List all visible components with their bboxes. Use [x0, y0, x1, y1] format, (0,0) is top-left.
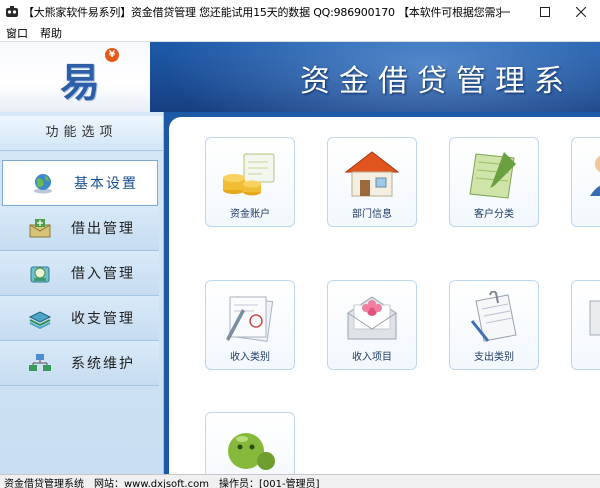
clipboard-icon — [464, 290, 524, 343]
house-icon — [342, 148, 402, 200]
tile-department-info[interactable]: 部门信息 — [327, 137, 417, 227]
tile-label: 收入类别 — [230, 352, 270, 363]
minimize-button[interactable] — [486, 0, 524, 24]
sidebar-item-system-maintenance[interactable]: 系统维护 — [0, 341, 159, 386]
coins-icon — [220, 148, 280, 200]
tile-partial[interactable] — [571, 280, 600, 370]
network-icon — [27, 352, 53, 374]
close-button[interactable] — [562, 0, 600, 24]
sidebar-heading: 功能选项 — [0, 116, 163, 151]
tile-label: 客户分类 — [474, 209, 514, 220]
menu-help[interactable]: 帮助 — [40, 25, 62, 41]
tile-fund-account[interactable]: 资金账户 — [205, 137, 295, 227]
sidebar-item-borrowing[interactable]: 借入管理 — [0, 251, 159, 296]
tile-income-category[interactable]: 收入类别 — [205, 280, 295, 370]
tile-label: 资金账户 — [230, 209, 270, 220]
tile-income-item[interactable]: 收入项目 — [327, 280, 417, 370]
sidebar-item-label: 基本设置 — [74, 176, 138, 192]
tile-label: 部门信息 — [352, 209, 392, 220]
tile-customer-category[interactable]: 客户分类 — [449, 137, 539, 227]
main-content: 资金账户 部门信息 客户分类 收入类别 收入项目 支出类别 — [164, 112, 600, 488]
notepad-icon — [464, 148, 524, 200]
box-in-icon — [27, 262, 53, 284]
sidebar-item-basic-settings[interactable]: 基本设置 — [2, 160, 158, 206]
sidebar-item-label: 系统维护 — [71, 356, 135, 372]
sidebar-item-lending[interactable]: 借出管理 — [0, 206, 159, 251]
logo-badge: ¥ — [105, 48, 119, 62]
logo: 易 — [60, 59, 100, 106]
tile-label: 支出类别 — [474, 352, 514, 363]
sidebar-item-label: 借出管理 — [71, 221, 135, 237]
status-app-name: 资金借贷管理系统 — [4, 478, 84, 488]
sidebar-item-label: 借入管理 — [71, 266, 135, 282]
app-icon — [5, 5, 19, 19]
globe-icon — [30, 172, 56, 194]
envelope-out-icon — [27, 217, 53, 239]
window-title: 【大熊家软件易系列】资金借贷管理 您还能试用15天的数据 QQ:98690017… — [23, 6, 501, 19]
person-icon — [586, 148, 600, 200]
tile-label: 收入项目 — [352, 352, 392, 363]
maximize-button[interactable] — [526, 0, 564, 24]
menu-bar: 窗口 帮助 — [0, 24, 600, 42]
green-character-icon — [220, 423, 280, 475]
letter-flower-icon — [342, 291, 402, 343]
books-icon — [27, 307, 53, 330]
sidebar-item-label: 收支管理 — [71, 311, 135, 327]
header-banner: 易 ¥ 资金借贷管理系 — [0, 42, 600, 112]
partial-icon — [586, 291, 600, 343]
tile-area: 资金账户 部门信息 客户分类 收入类别 收入项目 支出类别 — [169, 117, 600, 488]
status-bar: 资金借贷管理系统 网站：www.dxjsoft.com 操作员：[001-管理员… — [0, 474, 600, 488]
sidebar-item-income-expense[interactable]: 收支管理 — [0, 296, 159, 341]
app-window: 【大熊家软件易系列】资金借贷管理 您还能试用15天的数据 QQ:98690017… — [0, 0, 600, 488]
tile-partial-person[interactable] — [571, 137, 600, 227]
banner-title: 资金借贷管理系 — [300, 64, 573, 99]
status-website: 网站：www.dxjsoft.com — [94, 478, 209, 488]
certificate-icon — [220, 291, 280, 343]
status-operator: 操作员：[001-管理员] — [218, 478, 320, 488]
tile-expense-category[interactable]: 支出类别 — [449, 280, 539, 370]
title-bar[interactable]: 【大熊家软件易系列】资金借贷管理 您还能试用15天的数据 QQ:98690017… — [0, 0, 600, 24]
menu-window[interactable]: 窗口 — [6, 25, 28, 41]
sidebar: 功能选项 基本设置 借出管理 借入管理 收支管理 系统维护 — [0, 112, 164, 474]
